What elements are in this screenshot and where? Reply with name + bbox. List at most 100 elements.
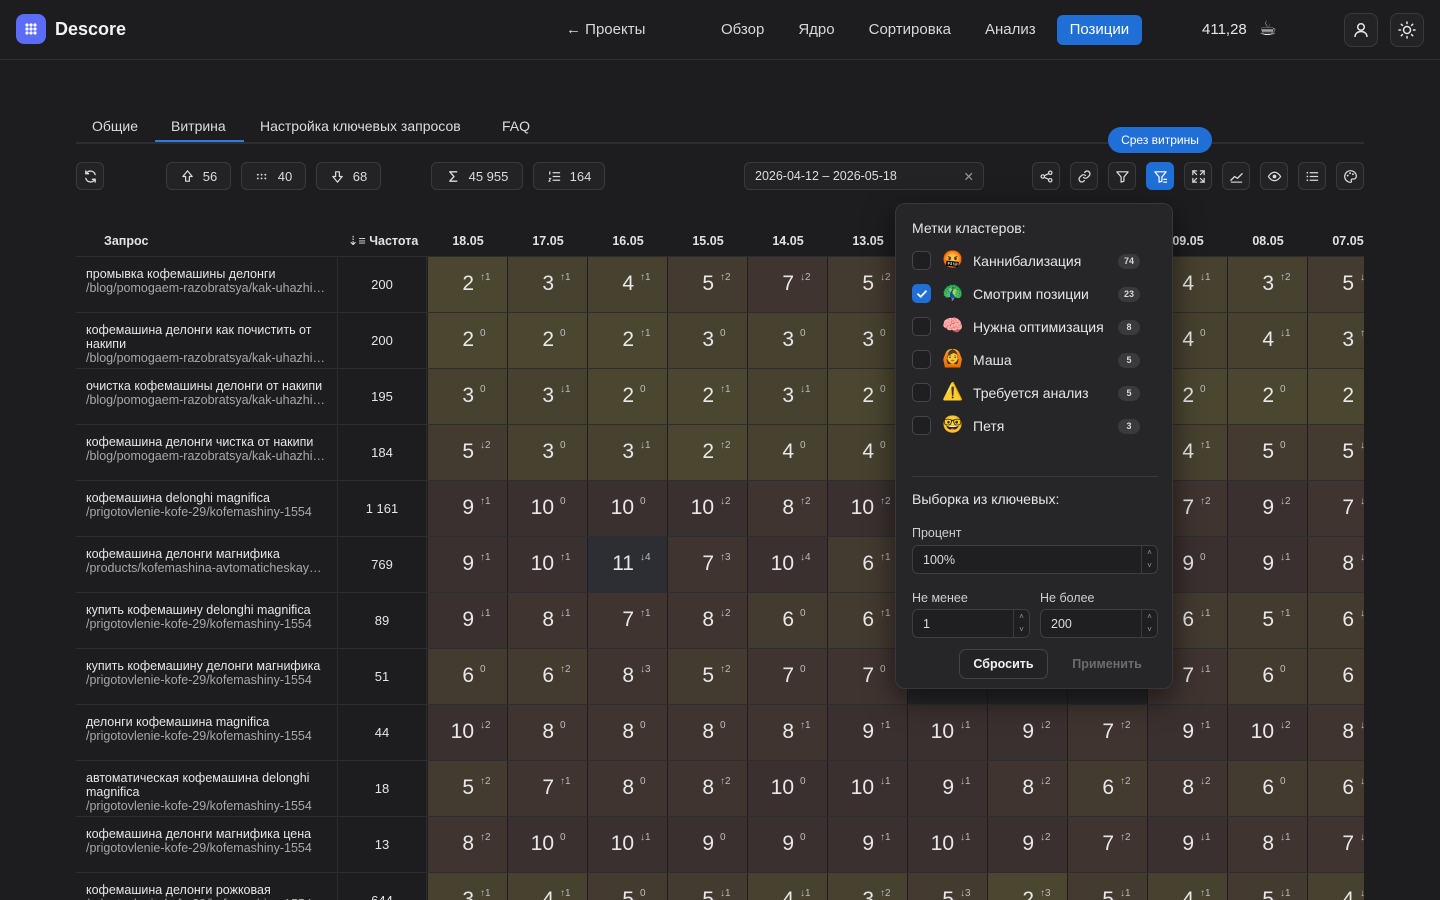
query-url[interactable]: /prigotovlenie-kofe-29/kofemashiny-1554 [86, 841, 326, 855]
position-cell[interactable]: 9 ↑1 [428, 481, 507, 536]
cluster-tag-item[interactable]: 🦚 Смотрим позиции 23 [912, 282, 1148, 306]
tab-faq[interactable]: FAQ [502, 118, 530, 134]
column-header-date[interactable]: 14.05 [748, 226, 828, 256]
position-cell[interactable]: 10 0 [748, 761, 827, 816]
position-cell[interactable]: 7 ↓ [1308, 817, 1364, 872]
position-cell[interactable]: 3 ↓1 [748, 369, 827, 424]
table-row[interactable]: делонги кофемашина magnifica/prigotovlen… [76, 704, 1364, 761]
position-cell[interactable]: 5 ↓2 [428, 425, 507, 480]
query-url[interactable]: /prigotovlenie-kofe-29/kofemashiny-1554 [86, 799, 326, 813]
positions-up-filter[interactable]: 56 [166, 162, 231, 190]
position-cell[interactable]: 3 ↑ [1308, 313, 1364, 368]
position-cell[interactable]: 4 ↓1 [748, 873, 827, 900]
position-cell[interactable]: 9 ↓2 [1228, 481, 1307, 536]
position-cell[interactable]: 10 ↓4 [748, 537, 827, 592]
min-spinner-icon[interactable]: ˄ ˅ [1013, 610, 1029, 637]
column-header-query[interactable]: Запрос [104, 226, 148, 256]
column-header-date[interactable]: 18.05 [428, 226, 508, 256]
position-cell[interactable]: 20 [508, 313, 587, 368]
position-cell[interactable]: 9 ↓1 [1148, 817, 1227, 872]
tag-checkbox[interactable] [912, 317, 931, 336]
percent-spinner-icon[interactable]: ˄ ˅ [1141, 546, 1157, 573]
position-cell[interactable]: 30 [668, 313, 747, 368]
table-row[interactable]: автоматическая кофемашина delonghi magni… [76, 760, 1364, 817]
position-cell[interactable]: 20 [588, 369, 667, 424]
refresh-button[interactable] [76, 162, 104, 190]
nav-core[interactable]: Ядро [785, 15, 847, 45]
position-cell[interactable]: 5 ↓3 [908, 873, 987, 900]
query-cell[interactable]: купить кофемашину делонги магнифика/prig… [76, 649, 336, 705]
position-cell[interactable]: 20 [428, 313, 507, 368]
position-cell[interactable]: 6 ↓ [1308, 761, 1364, 816]
query-count[interactable]: 164 [533, 162, 605, 190]
position-cell[interactable]: 8 ↓2 [988, 761, 1067, 816]
query-cell[interactable]: кофемашина делонги чистка от накипи/blog… [76, 425, 336, 481]
tab-showcase[interactable]: Витрина [171, 118, 226, 134]
query-cell[interactable]: кофемашина делонги как почистить от наки… [76, 313, 336, 369]
position-cell[interactable]: 5 ↓ [1308, 257, 1364, 312]
nav-analysis[interactable]: Анализ [972, 15, 1049, 45]
tag-checkbox[interactable] [912, 383, 931, 402]
column-header-date[interactable]: 16.05 [588, 226, 668, 256]
query-cell[interactable]: кофемашина delonghi magnifica/prigotovle… [76, 481, 336, 537]
tag-checkbox[interactable] [912, 284, 931, 303]
position-cell[interactable]: 8 ↑2 [668, 761, 747, 816]
position-cell[interactable]: 3 ↑2 [1228, 257, 1307, 312]
position-cell[interactable]: 3 ↑1 [508, 257, 587, 312]
position-cell[interactable]: 9 ↑1 [828, 705, 907, 760]
chart-button[interactable] [1222, 162, 1250, 190]
position-cell[interactable]: 8 ↓2 [668, 593, 747, 648]
logo[interactable]: Descore [16, 14, 126, 44]
column-header-date[interactable]: 15.05 [668, 226, 748, 256]
position-cell[interactable]: 10 ↓2 [668, 481, 747, 536]
position-cell[interactable]: 7 ↑1 [508, 761, 587, 816]
position-cell[interactable]: 40 [748, 425, 827, 480]
column-header-frequency[interactable]: ⇣≡ Частота [348, 226, 418, 256]
position-cell[interactable]: 10 ↑1 [508, 537, 587, 592]
position-cell[interactable]: 80 [588, 761, 667, 816]
nav-sorting[interactable]: Сортировка [856, 15, 964, 45]
position-cell[interactable]: 3 ↓1 [508, 369, 587, 424]
position-cell[interactable]: 4 ↑1 [588, 257, 667, 312]
table-row[interactable]: кофемашина делонги магнифика цена/prigot… [76, 816, 1364, 873]
position-cell[interactable]: 90 [748, 817, 827, 872]
position-cell[interactable]: 10 ↓1 [588, 817, 667, 872]
position-cell[interactable]: 9 ↓1 [428, 593, 507, 648]
position-cell[interactable]: 2 ↑1 [588, 313, 667, 368]
position-cell[interactable]: 9 ↑1 [1148, 705, 1227, 760]
apply-button[interactable]: Применить [1066, 649, 1148, 679]
position-cell[interactable]: 8 ↓1 [508, 593, 587, 648]
query-cell[interactable]: купить кофемашину delonghi magnifica/pri… [76, 593, 336, 649]
position-cell[interactable]: 8 ↓3 [588, 649, 667, 704]
position-cell[interactable]: 70 [748, 649, 827, 704]
position-cell[interactable]: 8 ↓1 [1228, 817, 1307, 872]
position-cell[interactable]: 5 ↑1 [1228, 593, 1307, 648]
position-cell[interactable]: 90 [668, 817, 747, 872]
position-cell[interactable]: 2 ↑3 [988, 873, 1067, 900]
share-button[interactable] [1032, 162, 1060, 190]
tab-general[interactable]: Общие [92, 118, 138, 134]
position-cell[interactable]: 50 [1228, 425, 1307, 480]
position-cell[interactable]: 6 ↑2 [1068, 761, 1147, 816]
position-cell[interactable]: 8 ↑1 [748, 705, 827, 760]
query-url[interactable]: /prigotovlenie-kofe-29/kofemashiny-1554 [86, 617, 326, 631]
column-header-date[interactable]: 08.05 [1228, 226, 1308, 256]
query-url[interactable]: /prigotovlenie-kofe-29/kofemashiny-1554 [86, 729, 326, 743]
position-cell[interactable]: 11 ↓4 [588, 537, 667, 592]
positions-same-filter[interactable]: 40 [241, 162, 306, 190]
showcase-slice-button[interactable] [1146, 162, 1174, 190]
sum-frequency[interactable]: 45 955 [431, 162, 523, 190]
balance[interactable]: 411,28 ☕ [1202, 19, 1277, 39]
query-cell[interactable]: промывка кофемашины делонги/blog/pomogae… [76, 257, 336, 313]
position-cell[interactable]: 4 ↓ [1308, 873, 1364, 900]
position-cell[interactable]: 2 ↑1 [428, 257, 507, 312]
position-cell[interactable]: 30 [748, 313, 827, 368]
position-cell[interactable]: 60 [748, 593, 827, 648]
filter-button[interactable] [1108, 162, 1136, 190]
query-url[interactable]: /blog/pomogaem-razobratsya/kak-uhazhivat… [86, 449, 326, 463]
reset-button[interactable]: Сбросить [959, 649, 1048, 679]
column-header-date[interactable]: 07.05 [1308, 226, 1364, 256]
query-cell[interactable]: автоматическая кофемашина delonghi magni… [76, 761, 336, 817]
position-cell[interactable]: 3 ↑2 [828, 873, 907, 900]
position-cell[interactable]: 6 ↓ [1308, 593, 1364, 648]
